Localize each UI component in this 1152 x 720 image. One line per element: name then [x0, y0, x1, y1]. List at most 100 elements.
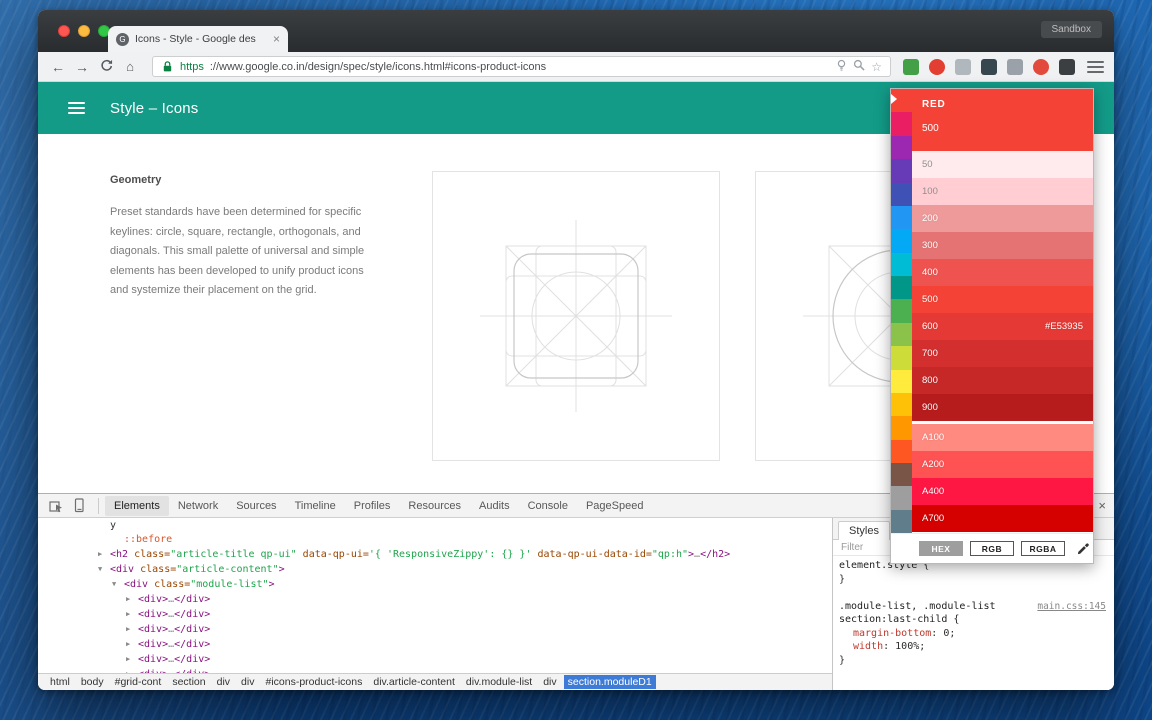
hue-swatch-7[interactable]	[891, 253, 912, 276]
elements-tree-line[interactable]: ▶<div>…</div>	[38, 637, 832, 652]
inspect-element-icon[interactable]	[46, 497, 66, 514]
minimize-window-button[interactable]	[78, 25, 90, 37]
hue-swatch-12[interactable]	[891, 370, 912, 393]
hue-swatch-4[interactable]	[891, 183, 912, 206]
devtools-tab-timeline[interactable]: Timeline	[286, 496, 345, 516]
devtools-tab-sources[interactable]: Sources	[227, 496, 285, 516]
hue-swatch-14[interactable]	[891, 416, 912, 439]
format-rgba-button[interactable]: RGBA	[1021, 541, 1065, 556]
address-bar[interactable]: https://www.google.co.in/design/spec/sty…	[152, 56, 891, 77]
breadcrumb-item[interactable]: section.moduleD1	[564, 675, 656, 689]
expand-arrow-icon[interactable]: ▶	[126, 607, 138, 621]
close-window-button[interactable]	[58, 25, 70, 37]
hue-swatch-11[interactable]	[891, 346, 912, 369]
device-mode-icon[interactable]	[69, 497, 89, 514]
style-rule-line[interactable]: }	[839, 573, 1108, 587]
shade-row-400[interactable]: 400	[912, 259, 1093, 286]
style-rule-line[interactable]: margin-bottom: 0;	[839, 627, 1108, 641]
forward-button[interactable]: →	[72, 59, 92, 75]
shade-row-A700[interactable]: A700	[912, 505, 1093, 532]
extension-icon-notes[interactable]	[1007, 59, 1023, 75]
style-rule-line[interactable]: .module-list, .module-listmain.css:145	[839, 600, 1108, 614]
hue-swatch-1[interactable]	[891, 112, 912, 135]
style-rule-line[interactable]: width: 100%;	[839, 640, 1108, 654]
devtools-tab-elements[interactable]: Elements	[105, 496, 169, 516]
collapse-arrow-icon[interactable]: ▼	[112, 577, 124, 591]
back-button[interactable]: ←	[48, 59, 68, 75]
devtools-tab-audits[interactable]: Audits	[470, 496, 519, 516]
hue-swatch-2[interactable]	[891, 136, 912, 159]
lightbulb-icon[interactable]	[836, 59, 847, 74]
elements-tree-line[interactable]: ▶<div>…</div>	[38, 592, 832, 607]
shade-row-A100[interactable]: A100	[912, 424, 1093, 451]
breadcrumb-item[interactable]: #grid-cont	[111, 675, 166, 689]
hue-swatch-8[interactable]	[891, 276, 912, 299]
breadcrumb-item[interactable]: div.article-content	[369, 675, 459, 689]
shade-row-200[interactable]: 200	[912, 205, 1093, 232]
elements-tree-line[interactable]: ▶<h2 class="article-title qp-ui" data-qp…	[38, 547, 832, 562]
devtools-tab-network[interactable]: Network	[169, 496, 227, 516]
elements-tree-line[interactable]: ▶<div>…</div>	[38, 622, 832, 637]
breadcrumb-item[interactable]: div	[213, 675, 234, 689]
breadcrumb-item[interactable]: div	[237, 675, 258, 689]
hue-swatch-9[interactable]	[891, 299, 912, 322]
shade-row-A400[interactable]: A400	[912, 478, 1093, 505]
bookmark-star-icon[interactable]: ☆	[871, 60, 882, 74]
devtools-close-icon[interactable]: ×	[1098, 498, 1106, 513]
search-icon[interactable]	[853, 59, 865, 74]
shade-row-900[interactable]: 900	[912, 394, 1093, 421]
elements-tree-line[interactable]: ▼<div class="module-list">	[38, 577, 832, 592]
elements-tree-line[interactable]: ▼<div class="article-content">	[38, 562, 832, 577]
extension-icon-dark[interactable]	[1059, 59, 1075, 75]
hue-swatch-13[interactable]	[891, 393, 912, 416]
profile-chip[interactable]: Sandbox	[1041, 21, 1102, 38]
hue-swatch-18[interactable]	[891, 510, 912, 533]
hue-swatch-10[interactable]	[891, 323, 912, 346]
breadcrumb-item[interactable]: html	[46, 675, 74, 689]
hue-swatch-16[interactable]	[891, 463, 912, 486]
elements-tree-line[interactable]: ::before	[38, 533, 832, 547]
tab-close-icon[interactable]: ×	[273, 33, 280, 45]
hue-swatch-5[interactable]	[891, 206, 912, 229]
devtools-tab-pagespeed[interactable]: PageSpeed	[577, 496, 653, 516]
breadcrumb-item[interactable]: div	[539, 675, 560, 689]
breadcrumb-item[interactable]: #icons-product-icons	[261, 675, 366, 689]
shade-row-800[interactable]: 800	[912, 367, 1093, 394]
expand-arrow-icon[interactable]: ▶	[98, 547, 110, 561]
elements-tree-line[interactable]: y	[38, 519, 832, 533]
devtools-tab-profiles[interactable]: Profiles	[345, 496, 400, 516]
hue-swatch-17[interactable]	[891, 486, 912, 509]
hue-swatch-6[interactable]	[891, 229, 912, 252]
shade-row-600[interactable]: 600#E53935	[912, 313, 1093, 340]
collapse-arrow-icon[interactable]: ▼	[98, 562, 110, 576]
hue-swatch-15[interactable]	[891, 440, 912, 463]
format-rgb-button[interactable]: RGB	[970, 541, 1014, 556]
tab-styles[interactable]: Styles	[838, 521, 890, 540]
page-menu-icon[interactable]	[68, 102, 85, 114]
browser-tab[interactable]: G Icons - Style - Google des ×	[108, 26, 288, 52]
format-hex-button[interactable]: HEX	[919, 541, 963, 556]
shade-row-300[interactable]: 300	[912, 232, 1093, 259]
expand-arrow-icon[interactable]: ▶	[126, 622, 138, 636]
hue-swatch-3[interactable]	[891, 159, 912, 182]
breadcrumb-item[interactable]: body	[77, 675, 108, 689]
expand-arrow-icon[interactable]: ▶	[126, 637, 138, 651]
devtools-tab-resources[interactable]: Resources	[399, 496, 470, 516]
breadcrumb-item[interactable]: div.module-list	[462, 675, 536, 689]
shade-row-500[interactable]: 500	[912, 286, 1093, 313]
devtools-tab-console[interactable]: Console	[519, 496, 577, 516]
style-rule-line[interactable]: }	[839, 654, 1108, 668]
style-rule-line[interactable]: section:last-child {	[839, 613, 1108, 627]
elements-tree-line[interactable]: ▶<div>…</div>	[38, 652, 832, 667]
elements-tree-line[interactable]: ▶<div>…</div>	[38, 607, 832, 622]
expand-arrow-icon[interactable]: ▶	[126, 592, 138, 606]
eyedropper-icon[interactable]	[1077, 542, 1090, 560]
extension-icon-gray[interactable]	[955, 59, 971, 75]
shade-row-50[interactable]: 50	[912, 151, 1093, 178]
reload-button[interactable]	[96, 59, 116, 75]
shade-row-A200[interactable]: A200	[912, 451, 1093, 478]
shade-row-100[interactable]: 100	[912, 178, 1093, 205]
extension-icon-red-circle[interactable]	[1033, 59, 1049, 75]
extension-icon-red-badge[interactable]	[929, 59, 945, 75]
breadcrumb-item[interactable]: section	[168, 675, 209, 689]
